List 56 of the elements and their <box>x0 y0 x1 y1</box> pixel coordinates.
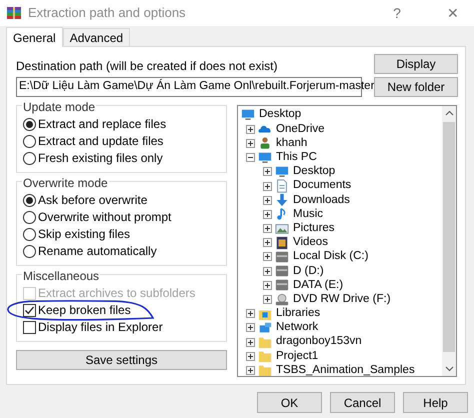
pictures-icon <box>274 222 290 236</box>
option-label: Extract archives to subfolders <box>38 287 196 300</box>
folder-icon <box>257 363 273 376</box>
expand-icon[interactable] <box>246 138 255 148</box>
new-folder-button[interactable]: New folder <box>374 77 458 97</box>
monitor-icon <box>240 108 256 122</box>
collapse-icon[interactable] <box>246 153 255 162</box>
checkbox[interactable] <box>23 321 36 334</box>
tab[interactable]: Advanced <box>62 28 130 46</box>
expand-icon[interactable] <box>246 323 255 332</box>
expand-icon[interactable] <box>263 238 272 248</box>
expand-icon[interactable] <box>263 182 272 191</box>
option-label: Rename automatically <box>38 245 157 258</box>
option-label: Overwrite without prompt <box>38 211 172 224</box>
tab[interactable]: General <box>6 27 63 47</box>
folder-icon <box>257 349 273 364</box>
scroll-thumb[interactable] <box>443 122 455 352</box>
save-settings-button[interactable]: Save settings <box>16 350 227 370</box>
close-button[interactable]: ✕ <box>438 2 468 24</box>
option-label: Skip existing files <box>38 228 130 241</box>
expand-icon[interactable] <box>263 280 272 290</box>
option-label: Extract and replace files <box>38 118 166 131</box>
monitor-icon <box>257 150 273 165</box>
expand-icon[interactable] <box>263 252 272 262</box>
option-label: Display files in Explorer <box>38 321 163 334</box>
download-icon <box>274 193 290 208</box>
dvd-icon <box>274 292 290 307</box>
monitor-icon <box>274 164 290 179</box>
expand-icon[interactable] <box>246 309 255 318</box>
help-button[interactable]: ? <box>382 2 412 24</box>
display-button[interactable]: Display <box>374 54 458 74</box>
expand-icon[interactable] <box>263 224 272 234</box>
expand-icon[interactable] <box>246 366 255 375</box>
document-icon <box>274 179 290 194</box>
destination-label: Destination path (will be created if does not exist) <box>16 58 278 75</box>
videos-icon <box>274 236 290 250</box>
cancel-button[interactable]: Cancel <box>330 392 395 413</box>
option-label: Extract and update files <box>38 135 164 148</box>
expand-icon[interactable] <box>246 352 255 361</box>
help-button[interactable]: Help <box>403 392 468 413</box>
expand-icon[interactable] <box>263 295 272 304</box>
folder-icon <box>257 335 273 350</box>
option-label: Keep broken files <box>38 304 131 317</box>
option-label: Fresh existing files only <box>38 152 163 165</box>
window-title: Extraction path and options <box>28 4 186 22</box>
ok-button[interactable]: OK <box>257 392 322 413</box>
expand-icon[interactable] <box>246 338 255 347</box>
expand-icon[interactable] <box>263 266 272 276</box>
checkbox[interactable] <box>23 304 36 317</box>
expand-icon[interactable] <box>263 210 272 219</box>
archive-app-icon <box>6 5 22 21</box>
expand-icon[interactable] <box>263 167 272 176</box>
expand-icon[interactable] <box>263 196 272 205</box>
option-label: Ask before overwrite <box>38 194 148 207</box>
network-icon <box>257 320 273 335</box>
expand-icon[interactable] <box>246 124 255 134</box>
